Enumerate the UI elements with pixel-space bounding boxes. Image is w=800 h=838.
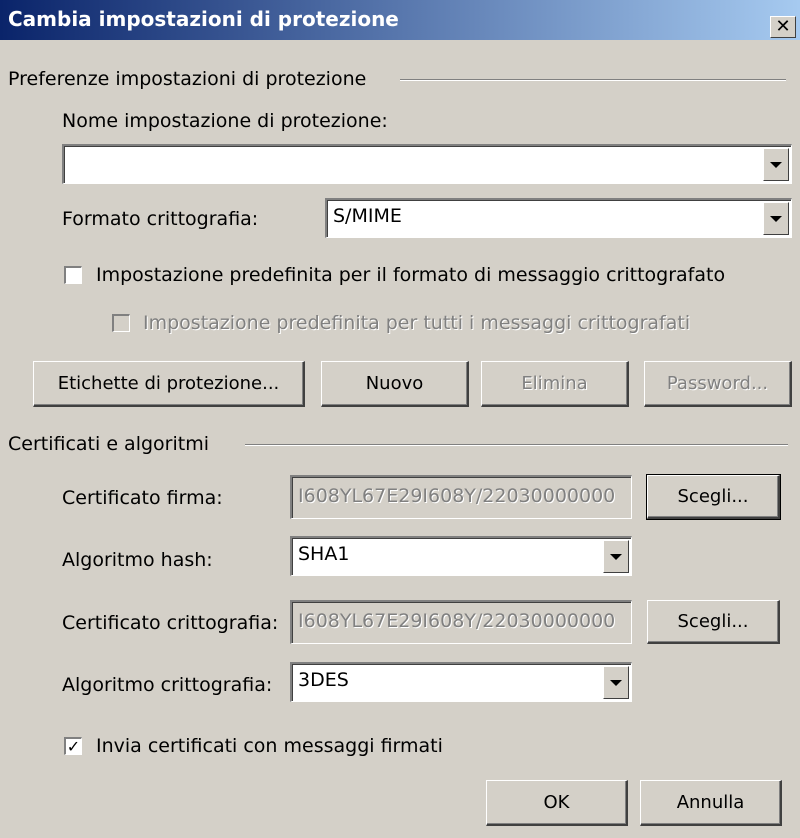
default-format-checkbox[interactable]	[64, 266, 82, 284]
crypto-format-label: Formato crittografia:	[62, 208, 259, 230]
prefs-group-label: Preferenze impostazioni di protezione	[8, 68, 367, 90]
choose-enc-cert-button[interactable]: Scegli...	[647, 600, 780, 644]
hash-algorithm-value: SHA1	[298, 543, 350, 565]
choose-sign-cert-button[interactable]: Scegli...	[646, 474, 781, 520]
enc-algorithm-combo[interactable]: 3DES	[290, 662, 632, 702]
certs-group-label: Certificati e algoritmi	[8, 433, 209, 455]
default-all-checkbox[interactable]	[112, 314, 130, 332]
sign-cert-value: I608YL67E29I608Y/22030000000	[298, 485, 616, 507]
close-button[interactable]: ✕	[770, 16, 796, 38]
send-certs-label[interactable]: Invia certificati con messaggi firmati	[96, 735, 443, 757]
security-setting-name-dropdown[interactable]	[763, 148, 789, 181]
sign-cert-label: Certificato firma:	[62, 487, 223, 509]
hash-algorithm-label: Algoritmo hash:	[62, 549, 213, 571]
window-title: Cambia impostazioni di protezione	[8, 7, 399, 31]
cancel-button[interactable]: Annulla	[640, 780, 782, 826]
chevron-down-icon	[770, 161, 782, 168]
default-format-label[interactable]: Impostazione predefinita per il formato …	[96, 264, 725, 286]
enc-algorithm-value: 3DES	[298, 669, 349, 691]
enc-cert-value: I608YL67E29I608Y/22030000000	[298, 610, 616, 632]
security-setting-name-label: Nome impostazione di protezione:	[62, 110, 388, 132]
enc-cert-field[interactable]: I608YL67E29I608Y/22030000000	[290, 600, 632, 644]
enc-cert-label: Certificato crittografia:	[62, 612, 279, 634]
crypto-format-value: S/MIME	[333, 205, 402, 227]
new-button[interactable]: Nuovo	[321, 361, 469, 407]
chevron-down-icon	[770, 215, 782, 222]
crypto-format-combo[interactable]: S/MIME	[325, 198, 792, 238]
default-all-label[interactable]: Impostazione predefinita per tutti i mes…	[143, 312, 690, 334]
certs-group-divider	[245, 444, 788, 446]
delete-button[interactable]: Elimina	[481, 361, 629, 407]
crypto-format-dropdown[interactable]	[763, 202, 789, 235]
sign-cert-field[interactable]: I608YL67E29I608Y/22030000000	[290, 475, 632, 519]
hash-algorithm-dropdown[interactable]	[603, 540, 629, 573]
ok-button[interactable]: OK	[486, 780, 628, 826]
chevron-down-icon	[610, 679, 622, 686]
send-certs-checkbox[interactable]: ✓	[64, 737, 82, 755]
security-setting-name-combo[interactable]	[62, 144, 792, 184]
close-icon: ✕	[775, 16, 791, 37]
password-button[interactable]: Password...	[644, 361, 792, 407]
enc-algorithm-dropdown[interactable]	[603, 666, 629, 699]
chevron-down-icon	[610, 553, 622, 560]
security-labels-button[interactable]: Etichette di protezione...	[33, 361, 305, 407]
prefs-group-divider	[400, 79, 786, 81]
hash-algorithm-combo[interactable]: SHA1	[290, 536, 632, 576]
checkmark-icon: ✓	[66, 736, 81, 756]
enc-algorithm-label: Algoritmo crittografia:	[62, 674, 273, 696]
